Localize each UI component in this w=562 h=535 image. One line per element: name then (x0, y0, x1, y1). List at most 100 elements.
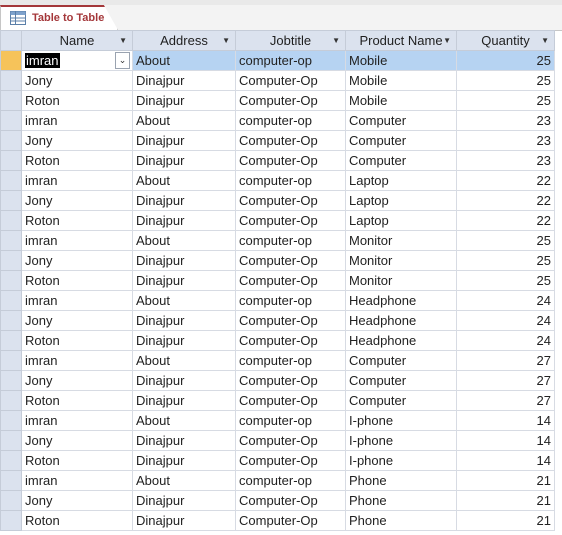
cell-product-name[interactable]: Laptop (345, 170, 457, 191)
cell-name[interactable]: Jony (21, 70, 133, 91)
cell-address[interactable]: Dinajpur (132, 330, 236, 351)
cell-jobtitle[interactable]: computer-op (235, 470, 346, 491)
record-selector[interactable] (0, 330, 22, 351)
sort-filter-arrow-icon[interactable]: ▼ (332, 36, 340, 45)
cell-product-name[interactable]: Computer (345, 130, 457, 151)
cell-product-name[interactable]: Computer (345, 150, 457, 171)
cell-address[interactable]: About (132, 50, 236, 71)
cell-name[interactable]: imran (21, 470, 133, 491)
cell-address[interactable]: About (132, 470, 236, 491)
cell-address[interactable]: Dinajpur (132, 490, 236, 511)
cell-quantity[interactable]: 14 (456, 450, 555, 471)
cell-jobtitle[interactable]: computer-op (235, 410, 346, 431)
cell-address[interactable]: About (132, 350, 236, 371)
cell-address[interactable]: Dinajpur (132, 130, 236, 151)
cell-quantity[interactable]: 24 (456, 330, 555, 351)
cell-jobtitle[interactable]: computer-op (235, 50, 346, 71)
cell-name[interactable]: Jony (21, 190, 133, 211)
cell-quantity[interactable]: 25 (456, 70, 555, 91)
cell-address[interactable]: Dinajpur (132, 250, 236, 271)
cell-jobtitle[interactable]: computer-op (235, 350, 346, 371)
cell-jobtitle[interactable]: Computer-Op (235, 330, 346, 351)
cell-product-name[interactable]: Phone (345, 490, 457, 511)
sort-filter-arrow-icon[interactable]: ▼ (541, 36, 549, 45)
cell-product-name[interactable]: Phone (345, 510, 457, 531)
table-row[interactable]: imran ⌄ About computer-op Mobile 25 (0, 50, 555, 71)
cell-name[interactable]: Jony (21, 370, 133, 391)
table-row[interactable]: imran About computer-op Phone 21 (0, 470, 555, 491)
record-selector[interactable] (0, 150, 22, 171)
cell-product-name[interactable]: Mobile (345, 50, 457, 71)
cell-name[interactable]: Jony (21, 130, 133, 151)
cell-address[interactable]: Dinajpur (132, 90, 236, 111)
cell-name[interactable]: imran (21, 290, 133, 311)
cell-name[interactable]: Roton (21, 270, 133, 291)
cell-product-name[interactable]: Mobile (345, 90, 457, 111)
cell-address[interactable]: Dinajpur (132, 210, 236, 231)
cell-name[interactable]: Jony (21, 490, 133, 511)
cell-jobtitle[interactable]: Computer-Op (235, 150, 346, 171)
cell-jobtitle[interactable]: computer-op (235, 290, 346, 311)
column-header-quantity[interactable]: Quantity ▼ (456, 30, 555, 51)
table-row[interactable]: Roton Dinajpur Computer-Op Headphone 24 (0, 330, 555, 351)
record-selector[interactable] (0, 270, 22, 291)
cell-product-name[interactable]: Monitor (345, 250, 457, 271)
table-row[interactable]: Jony Dinajpur Computer-Op Computer 27 (0, 370, 555, 391)
record-selector[interactable] (0, 290, 22, 311)
cell-quantity[interactable]: 25 (456, 250, 555, 271)
cell-quantity[interactable]: 14 (456, 430, 555, 451)
table-row[interactable]: Jony Dinajpur Computer-Op Mobile 25 (0, 70, 555, 91)
cell-jobtitle[interactable]: Computer-Op (235, 250, 346, 271)
record-selector[interactable] (0, 250, 22, 271)
selected-cell-text[interactable]: imran (25, 53, 60, 68)
cell-product-name[interactable]: Phone (345, 470, 457, 491)
cell-jobtitle[interactable]: Computer-Op (235, 390, 346, 411)
record-selector[interactable] (0, 350, 22, 371)
cell-product-name[interactable]: Headphone (345, 290, 457, 311)
cell-quantity[interactable]: 24 (456, 290, 555, 311)
cell-product-name[interactable]: Headphone (345, 310, 457, 331)
cell-address[interactable]: Dinajpur (132, 150, 236, 171)
cell-address[interactable]: About (132, 230, 236, 251)
cell-product-name[interactable]: I-phone (345, 450, 457, 471)
cell-quantity[interactable]: 22 (456, 190, 555, 211)
cell-address[interactable]: Dinajpur (132, 370, 236, 391)
cell-name[interactable]: Roton (21, 510, 133, 531)
cell-name[interactable]: Jony (21, 250, 133, 271)
cell-jobtitle[interactable]: computer-op (235, 230, 346, 251)
cell-product-name[interactable]: Laptop (345, 210, 457, 231)
table-row[interactable]: Roton Dinajpur Computer-Op Monitor 25 (0, 270, 555, 291)
table-row[interactable]: Roton Dinajpur Computer-Op Laptop 22 (0, 210, 555, 231)
table-row[interactable]: Roton Dinajpur Computer-Op Phone 21 (0, 510, 555, 531)
table-row[interactable]: Roton Dinajpur Computer-Op Computer 27 (0, 390, 555, 411)
cell-address[interactable]: Dinajpur (132, 450, 236, 471)
cell-jobtitle[interactable]: computer-op (235, 110, 346, 131)
cell-jobtitle[interactable]: Computer-Op (235, 430, 346, 451)
cell-quantity[interactable]: 14 (456, 410, 555, 431)
table-row[interactable]: imran About computer-op I-phone 14 (0, 410, 555, 431)
record-selector[interactable] (0, 170, 22, 191)
cell-product-name[interactable]: Computer (345, 110, 457, 131)
record-selector[interactable] (0, 310, 22, 331)
cell-quantity[interactable]: 21 (456, 490, 555, 511)
column-header-product-name[interactable]: Product Name ▼ (345, 30, 457, 51)
cell-jobtitle[interactable]: Computer-Op (235, 70, 346, 91)
column-header-jobtitle[interactable]: Jobtitle ▼ (235, 30, 346, 51)
sort-filter-arrow-icon[interactable]: ▼ (443, 36, 451, 45)
table-row[interactable]: imran About computer-op Monitor 25 (0, 230, 555, 251)
cell-address[interactable]: Dinajpur (132, 390, 236, 411)
cell-quantity[interactable]: 23 (456, 150, 555, 171)
column-header-address[interactable]: Address ▼ (132, 30, 236, 51)
cell-product-name[interactable]: Computer (345, 350, 457, 371)
table-row[interactable]: Roton Dinajpur Computer-Op I-phone 14 (0, 450, 555, 471)
column-header-name[interactable]: Name ▼ (21, 30, 133, 51)
record-selector[interactable] (0, 50, 22, 71)
table-row[interactable]: imran About computer-op Headphone 24 (0, 290, 555, 311)
record-selector[interactable] (0, 390, 22, 411)
cell-jobtitle[interactable]: Computer-Op (235, 490, 346, 511)
table-row[interactable]: Roton Dinajpur Computer-Op Computer 23 (0, 150, 555, 171)
cell-name[interactable]: imran (21, 230, 133, 251)
cell-name[interactable]: Jony (21, 430, 133, 451)
cell-name[interactable]: Roton (21, 330, 133, 351)
table-row[interactable]: Jony Dinajpur Computer-Op Monitor 25 (0, 250, 555, 271)
